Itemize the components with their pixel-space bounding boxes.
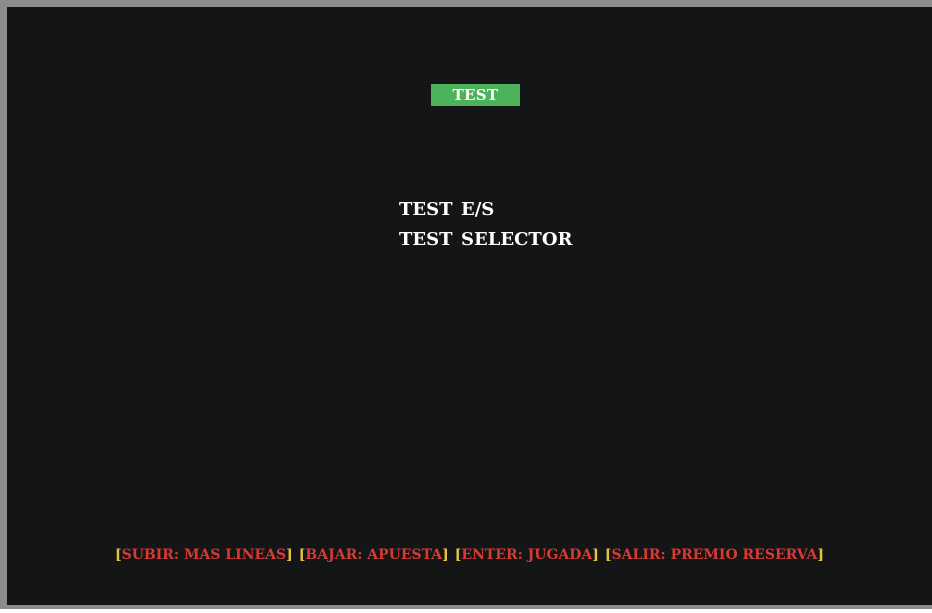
key-hint-salir[interactable]: [SALIR: PREMIO RESERVA] (605, 545, 824, 565)
menu-item-word: TEST (399, 229, 453, 250)
menu-item-test-selector[interactable]: TEST SELECTOR (399, 225, 572, 255)
hint-bracket-open: [ (604, 547, 612, 563)
monitor-bezel: TEST TEST E/S TEST SELECTOR [SUBIR: MAS LI… (0, 0, 932, 609)
hint-text: SUBIR: MAS LINEAS (121, 547, 287, 563)
test-menu-screen: TEST TEST E/S TEST SELECTOR [SUBIR: MAS LI… (7, 7, 932, 605)
hint-text: ENTER: JUGADA (461, 547, 593, 563)
test-menu: TEST E/S TEST SELECTOR (399, 195, 572, 255)
key-hint-subir[interactable]: [SUBIR: MAS LINEAS] (115, 545, 293, 565)
hint-text: BAJAR: APUESTA (305, 547, 443, 563)
menu-item-target: SELECTOR (461, 229, 573, 250)
menu-item-target: E/S (461, 199, 495, 220)
screen-title-badge: TEST (431, 84, 520, 106)
key-hints-bar: [SUBIR: MAS LINEAS] [BAJAR: APUESTA] [ENTE… (7, 545, 932, 565)
hint-bracket-close: ] (817, 547, 825, 563)
menu-item-test-io[interactable]: TEST E/S (399, 195, 572, 225)
menu-item-word: TEST (399, 199, 453, 220)
key-hint-bajar[interactable]: [BAJAR: APUESTA] (299, 545, 449, 565)
hint-bracket-close: ] (286, 547, 293, 563)
hint-text: SALIR: PREMIO RESERVA (611, 547, 818, 563)
hint-bracket-close: ] (442, 547, 449, 563)
hint-bracket-open: [ (114, 547, 122, 563)
key-hint-enter[interactable]: [ENTER: JUGADA] (455, 545, 599, 565)
hint-bracket-close: ] (592, 547, 599, 563)
